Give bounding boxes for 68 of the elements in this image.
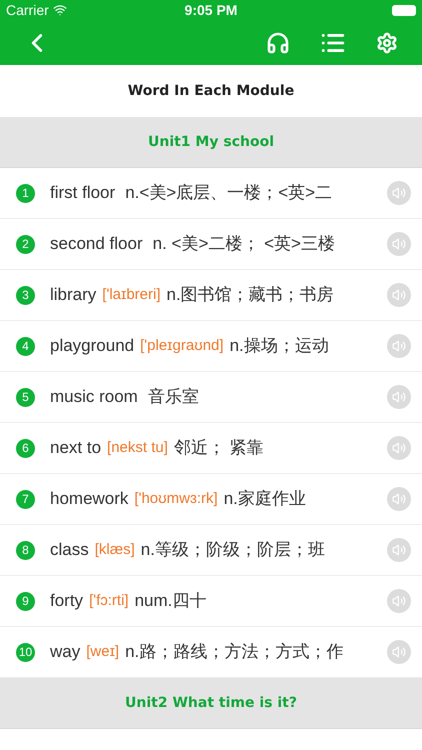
word-text: playground xyxy=(50,335,134,358)
page-title: Word In Each Module xyxy=(128,82,294,100)
word-text: second floor xyxy=(50,233,143,256)
settings-icon xyxy=(376,32,398,54)
word-text: homework xyxy=(50,488,128,510)
phonetic-text: [nekst tu] xyxy=(107,438,168,458)
meaning-text: num.四十 xyxy=(134,590,206,612)
speaker-icon xyxy=(392,645,406,659)
number-badge: 10 xyxy=(16,642,35,662)
phonetic-text: ['hoʊmwɜ:rk] xyxy=(134,488,218,509)
number-badge: 8 xyxy=(16,540,35,560)
headphones-button[interactable] xyxy=(266,30,290,54)
meaning-text: n.等级；阶级；阶层；班 xyxy=(140,539,325,562)
speaker-icon xyxy=(392,186,406,200)
speaker-icon xyxy=(392,594,406,608)
meaning-text: n.路；路线；方法；方式；作 xyxy=(125,641,344,664)
speaker-icon xyxy=(392,492,406,506)
speaker-button[interactable] xyxy=(387,385,411,409)
speaker-button[interactable] xyxy=(387,181,411,205)
word-text: next to xyxy=(50,437,102,460)
number-badge: 2 xyxy=(16,234,35,254)
meaning-text: n. <美>二楼； <英>三楼 xyxy=(152,233,335,256)
carrier-text: Carrier xyxy=(6,0,49,20)
speaker-button[interactable] xyxy=(387,538,411,562)
meaning-text: 音乐室 xyxy=(148,386,199,408)
phonetic-text: ['pleɪgraʊnd] xyxy=(140,336,224,356)
time-text: 9:05 PM xyxy=(184,0,238,20)
battery-icon xyxy=(392,4,416,16)
meaning-text: n.操场；运动 xyxy=(230,335,329,358)
speaker-button[interactable] xyxy=(387,436,411,460)
word-text: library xyxy=(50,284,96,306)
speaker-button[interactable] xyxy=(387,334,411,358)
number-badge: 4 xyxy=(16,336,35,356)
speaker-icon xyxy=(392,288,406,302)
meaning-text: n.家庭作业 xyxy=(224,488,306,510)
speaker-button[interactable] xyxy=(387,640,411,664)
word-text: class xyxy=(50,539,89,562)
unit-header: Unit2 What time is it? xyxy=(0,678,422,729)
number-badge: 3 xyxy=(16,286,35,304)
word-text: first floor xyxy=(50,182,116,204)
meaning-text: n.<美>底层、一楼；<英>二 xyxy=(125,182,332,204)
number-badge: 1 xyxy=(16,184,35,202)
speaker-icon xyxy=(392,339,406,353)
number-badge: 6 xyxy=(16,438,35,458)
speaker-button[interactable] xyxy=(387,589,411,613)
speaker-icon xyxy=(392,543,406,557)
speaker-button[interactable] xyxy=(387,232,411,256)
word-text: way xyxy=(50,641,80,664)
unit-header: Unit1 My school xyxy=(0,117,422,168)
settings-button[interactable] xyxy=(376,32,398,54)
word-text: forty xyxy=(50,590,84,612)
speaker-icon xyxy=(392,390,406,404)
number-badge: 7 xyxy=(16,490,35,508)
speaker-icon xyxy=(392,237,406,251)
number-badge: 9 xyxy=(16,592,35,610)
phonetic-text: ['laɪbreri] xyxy=(102,284,161,305)
phonetic-text: [klæs] xyxy=(94,540,135,560)
phonetic-text: ['fɔ:rti] xyxy=(89,590,129,611)
meaning-text: n.图书馆；藏书；书房 xyxy=(166,284,334,306)
word-text: music room xyxy=(50,386,138,408)
phonetic-text: [weɪ] xyxy=(86,642,120,662)
meaning-text: 邻近； 紧靠 xyxy=(174,437,264,460)
number-badge: 5 xyxy=(16,388,35,406)
speaker-button[interactable] xyxy=(387,283,411,307)
speaker-icon xyxy=(392,441,406,455)
wifi-icon xyxy=(52,3,67,17)
headphones-icon xyxy=(266,30,290,54)
speaker-button[interactable] xyxy=(387,487,411,511)
